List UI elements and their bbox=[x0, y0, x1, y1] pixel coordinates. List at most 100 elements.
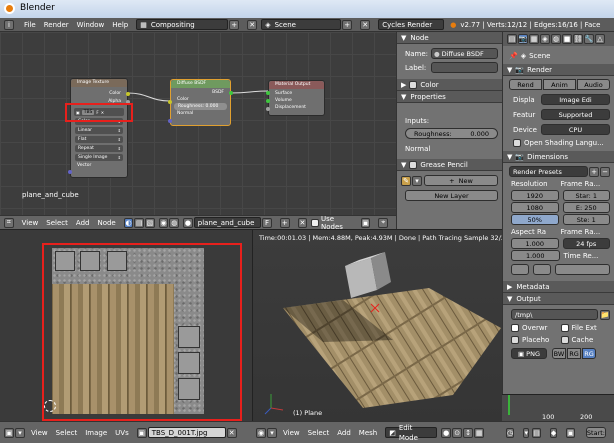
node-color-checkbox[interactable] bbox=[409, 80, 418, 89]
timeline-view-icon[interactable]: ▤ bbox=[532, 427, 541, 438]
image-menu-view[interactable]: View bbox=[31, 429, 48, 437]
add-scene-icon[interactable]: + bbox=[342, 19, 353, 30]
color-bw-toggle[interactable]: BW bbox=[552, 348, 566, 359]
add-layout-icon[interactable]: + bbox=[229, 19, 240, 30]
bsdf-roughness-field[interactable]: Roughness: 0.000 bbox=[174, 103, 227, 110]
menu-file[interactable]: File bbox=[24, 21, 36, 29]
node-menu-add[interactable]: Add bbox=[76, 219, 90, 227]
node-properties-header[interactable]: ▼ Properties bbox=[397, 91, 502, 103]
viewport-type-dropdown-icon[interactable]: ▾ bbox=[267, 427, 277, 438]
volume-input-socket[interactable] bbox=[266, 99, 270, 103]
placeholders-checkbox[interactable] bbox=[511, 336, 519, 344]
object-tab-icon[interactable]: ■ bbox=[562, 34, 572, 44]
layers-icon[interactable]: ▦ bbox=[474, 427, 485, 438]
frame-start-field[interactable]: Star: 1 bbox=[562, 190, 610, 201]
image-name-select[interactable]: TBS_D_001T.jpg bbox=[147, 427, 226, 438]
menu-help[interactable]: Help bbox=[112, 21, 128, 29]
grease-pencil-header[interactable]: ▼ Grease Pencil bbox=[397, 159, 502, 171]
aspect-x-field[interactable]: 1.000 bbox=[511, 238, 559, 249]
pivot-point-icon[interactable]: ⊙ bbox=[452, 427, 463, 438]
border-toggle[interactable] bbox=[511, 264, 529, 275]
scene-select[interactable]: ◈ Scene bbox=[261, 19, 342, 30]
render-section-header[interactable]: ▼ 📷 Render bbox=[503, 64, 614, 76]
modifiers-tab-icon[interactable]: 🔧 bbox=[584, 34, 594, 44]
editor-type-icon[interactable]: i bbox=[4, 19, 14, 30]
vector-input-socket[interactable] bbox=[68, 170, 72, 174]
color-output-socket[interactable] bbox=[126, 92, 130, 96]
constraints-tab-icon[interactable]: ⛓ bbox=[573, 34, 583, 44]
scene-tab-icon[interactable]: ◈ bbox=[540, 34, 550, 44]
fake-user-toggle[interactable]: F bbox=[262, 217, 272, 228]
render-tab-icon[interactable]: 📷 bbox=[518, 34, 528, 44]
animation-button[interactable]: Anim bbox=[543, 79, 576, 90]
new-layer-button[interactable]: New Layer bbox=[405, 190, 498, 201]
node-color-header[interactable]: ▶ Color bbox=[397, 79, 502, 91]
image-opt-single-image[interactable]: Single Image bbox=[75, 154, 123, 161]
node-label-field[interactable] bbox=[431, 62, 498, 73]
device-select[interactable]: CPU bbox=[541, 124, 610, 135]
uv-image-editor[interactable] bbox=[0, 229, 252, 421]
material-sphere-icon[interactable]: ● bbox=[183, 217, 193, 228]
add-material-icon[interactable]: + bbox=[279, 217, 290, 228]
node-roughness-field[interactable]: Roughness: 0.000 bbox=[405, 128, 498, 139]
frame-step-field[interactable]: Ste: 1 bbox=[562, 214, 610, 225]
diffuse-bsdf-node[interactable]: Diffuse BSDF BSDF Color Roughness: 0.000… bbox=[168, 79, 233, 126]
output-path-field[interactable]: /tmp\ bbox=[511, 309, 598, 320]
properties-editor-icon[interactable]: ▤ bbox=[507, 34, 517, 44]
node-menu-view[interactable]: View bbox=[22, 219, 39, 227]
resolution-percent-field[interactable]: 50% bbox=[511, 214, 559, 225]
viewport-shading-icon[interactable]: ● bbox=[441, 427, 452, 438]
overwrite-checkbox[interactable] bbox=[511, 324, 519, 332]
displacement-input-socket[interactable] bbox=[266, 107, 270, 111]
uv-2d-cursor[interactable] bbox=[44, 400, 56, 412]
viewport-menu-add[interactable]: Add bbox=[337, 429, 351, 437]
timeline-playhead[interactable] bbox=[508, 395, 510, 415]
crop-toggle[interactable] bbox=[533, 264, 551, 275]
image-editor-type-icon[interactable]: ▣ bbox=[4, 427, 14, 438]
timeline-marker-icon[interactable]: ◆ bbox=[549, 427, 558, 438]
timeline-type-icon[interactable]: ◷ bbox=[506, 427, 515, 438]
compositing-nodes-icon[interactable]: ▤ bbox=[134, 217, 145, 228]
pencil-icon[interactable]: ✎ bbox=[401, 175, 411, 186]
output-section-header[interactable]: ▼ Output bbox=[503, 293, 614, 305]
fps-select[interactable]: 24 fps bbox=[562, 238, 610, 249]
time-remap-old-field[interactable] bbox=[555, 264, 610, 275]
viewport-type-icon[interactable]: ◉ bbox=[256, 427, 266, 438]
remove-preset-icon[interactable]: − bbox=[600, 166, 610, 177]
file-format-select[interactable]: ▣ PNG bbox=[511, 348, 547, 359]
image-menu-select[interactable]: Select bbox=[56, 429, 78, 437]
grease-pencil-new-button[interactable]: + New bbox=[424, 175, 498, 186]
color-rgb-toggle[interactable]: RG bbox=[567, 348, 581, 359]
feature-set-select[interactable]: Supported bbox=[541, 109, 610, 120]
snap-icon[interactable]: ⌖ bbox=[378, 217, 389, 228]
menu-window[interactable]: Window bbox=[77, 21, 105, 29]
audio-button[interactable]: Audio bbox=[577, 79, 610, 90]
grease-pencil-checkbox[interactable] bbox=[409, 160, 418, 169]
aspect-y-field[interactable]: 1.000 bbox=[511, 250, 560, 261]
shader-nodes-icon[interactable]: ◐ bbox=[123, 217, 134, 228]
image-opt-repeat[interactable]: Repeat bbox=[75, 145, 123, 152]
display-select[interactable]: Image Edi bbox=[541, 94, 610, 105]
color-rgba-toggle[interactable]: RG bbox=[582, 348, 596, 359]
world-shader-icon[interactable]: ◍ bbox=[169, 217, 180, 228]
image-opt-flat[interactable]: Flat bbox=[75, 136, 123, 143]
timeline-area[interactable]: 100 200 bbox=[502, 394, 614, 421]
frame-end-field[interactable]: E: 250 bbox=[562, 202, 610, 213]
start-frame-field[interactable]: Start: bbox=[585, 427, 606, 438]
image-browse-icon[interactable]: ▣ bbox=[136, 427, 147, 438]
material-select[interactable]: plane_and_cube bbox=[193, 217, 262, 228]
osl-checkbox[interactable] bbox=[513, 139, 521, 147]
screen-layout-select[interactable]: ▦ Compositing bbox=[136, 19, 229, 30]
image-opt-linear[interactable]: Linear bbox=[75, 127, 123, 134]
menu-render[interactable]: Render bbox=[44, 21, 69, 29]
bsdf-normal-socket[interactable] bbox=[168, 119, 172, 123]
bsdf-color-socket[interactable] bbox=[168, 100, 172, 104]
image-texture-node[interactable]: Image Texture Color Alpha ▣ TBS F ✕ Colo… bbox=[68, 78, 130, 178]
add-preset-icon[interactable]: + bbox=[589, 166, 599, 177]
image-editor-type-dropdown-icon[interactable]: ▾ bbox=[15, 427, 25, 438]
manipulator-icon[interactable]: ↕ bbox=[463, 427, 474, 438]
world-tab-icon[interactable]: ◍ bbox=[551, 34, 561, 44]
remove-layout-icon[interactable]: ✕ bbox=[247, 19, 258, 30]
texture-nodes-icon[interactable]: ▧ bbox=[145, 217, 155, 228]
image-unlink-icon[interactable]: ✕ bbox=[226, 427, 237, 438]
